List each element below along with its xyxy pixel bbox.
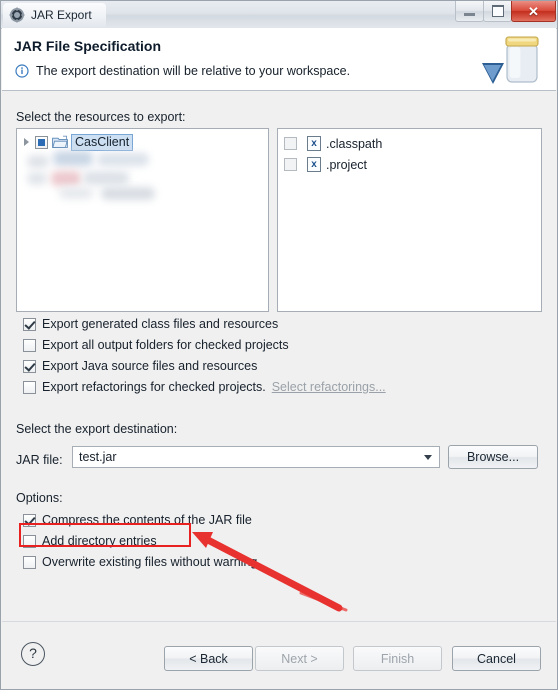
checkbox-export-java-source-files[interactable]: Export Java source files and resources bbox=[23, 358, 257, 374]
minimize-button[interactable] bbox=[455, 1, 484, 22]
checkbox-export-all-output-folders[interactable]: Export all output folders for checked pr… bbox=[23, 337, 289, 353]
checkbox-box[interactable] bbox=[23, 555, 36, 569]
close-icon: ✕ bbox=[528, 3, 539, 19]
page-subtitle: The export destination will be relative … bbox=[36, 64, 351, 78]
checkbox-box[interactable] bbox=[23, 359, 36, 373]
jar-file-value[interactable]: test.jar bbox=[73, 450, 117, 464]
file-name: .classpath bbox=[326, 136, 383, 151]
back-button-label: < Back bbox=[189, 651, 228, 666]
window-title: JAR Export bbox=[31, 8, 92, 22]
checkbox-label: Export Java source files and resources bbox=[42, 359, 258, 373]
jar-export-icon bbox=[9, 7, 25, 23]
checkbox-label: Export refactorings for checked projects… bbox=[42, 380, 266, 394]
resource-tree-panel[interactable]: CasClient bbox=[16, 128, 269, 312]
checkbox-box[interactable] bbox=[23, 317, 36, 331]
finish-button: Finish bbox=[353, 646, 442, 671]
checkbox-export-refactorings[interactable]: Export refactorings for checked projects… bbox=[23, 379, 386, 395]
checkbox-label: Overwrite existing files without warning bbox=[42, 555, 258, 569]
checkbox-label: Add directory entries bbox=[42, 534, 157, 548]
title-tab: JAR Export bbox=[3, 3, 106, 27]
xml-file-icon: x bbox=[307, 136, 321, 151]
checkbox-label: Compress the contents of the JAR file bbox=[42, 513, 252, 527]
window-controls: ✕ bbox=[455, 1, 556, 23]
checkbox-label: Export all output folders for checked pr… bbox=[42, 338, 289, 352]
select-refactorings-link[interactable]: Select refactorings... bbox=[272, 380, 386, 394]
maximize-button[interactable] bbox=[483, 1, 512, 22]
maximize-icon bbox=[491, 5, 504, 17]
back-button[interactable]: < Back bbox=[164, 646, 253, 671]
minimize-icon bbox=[464, 12, 475, 16]
resources-label: Select the resources to export: bbox=[16, 110, 186, 124]
checkbox-add-directory-entries[interactable]: Add directory entries bbox=[23, 533, 157, 549]
browse-button-label: Browse... bbox=[466, 450, 520, 464]
file-checkbox[interactable] bbox=[284, 158, 297, 171]
resource-file-panel[interactable]: x .classpath x .project bbox=[277, 128, 542, 312]
list-item[interactable]: x .classpath bbox=[284, 135, 382, 152]
checkbox-box[interactable] bbox=[23, 338, 36, 352]
checkbox-box[interactable] bbox=[23, 380, 36, 394]
file-name: .project bbox=[326, 157, 367, 172]
jar-jar-icon bbox=[478, 32, 544, 88]
file-checkbox[interactable] bbox=[284, 137, 297, 150]
checkbox-box[interactable] bbox=[23, 513, 36, 527]
help-icon: ? bbox=[29, 645, 37, 661]
tree-row[interactable]: CasClient bbox=[21, 133, 134, 151]
cancel-button-label: Cancel bbox=[477, 651, 516, 666]
cancel-button[interactable]: Cancel bbox=[452, 646, 541, 671]
checkbox-compress-contents[interactable]: Compress the contents of the JAR file bbox=[23, 512, 252, 528]
help-button[interactable]: ? bbox=[21, 642, 45, 666]
tree-item-label[interactable]: CasClient bbox=[71, 133, 134, 151]
finish-button-label: Finish bbox=[380, 651, 415, 666]
window-frame: JAR Export ✕ JAR File Specification The … bbox=[0, 0, 558, 690]
destination-label: Select the export destination: bbox=[16, 422, 178, 436]
title-bar[interactable]: JAR Export ✕ bbox=[1, 1, 557, 29]
jar-file-label: JAR file: bbox=[16, 453, 63, 467]
checkbox-export-generated-class-files[interactable]: Export generated class files and resourc… bbox=[23, 316, 278, 332]
jar-export-dialog: JAR Export ✕ JAR File Specification The … bbox=[0, 0, 558, 690]
checkbox-overwrite-existing-files[interactable]: Overwrite existing files without warning bbox=[23, 554, 257, 570]
project-folder-icon bbox=[52, 135, 68, 149]
checkbox-box[interactable] bbox=[23, 534, 36, 548]
jar-file-combo[interactable]: test.jar bbox=[72, 446, 440, 468]
next-button: Next > bbox=[255, 646, 344, 671]
browse-button[interactable]: Browse... bbox=[448, 445, 538, 469]
tree-checkbox[interactable] bbox=[35, 135, 48, 149]
chevron-right-icon[interactable] bbox=[21, 136, 33, 148]
page-title: JAR File Specification bbox=[14, 38, 162, 54]
options-label: Options: bbox=[16, 491, 63, 505]
chevron-down-icon[interactable] bbox=[424, 455, 432, 460]
close-button[interactable]: ✕ bbox=[511, 1, 556, 22]
next-button-label: Next > bbox=[281, 651, 318, 666]
header-banner: JAR File Specification The export destin… bbox=[2, 28, 556, 91]
info-icon bbox=[15, 64, 29, 78]
xml-file-icon: x bbox=[307, 157, 321, 172]
checkbox-label: Export generated class files and resourc… bbox=[42, 317, 279, 331]
list-item[interactable]: x .project bbox=[284, 156, 367, 173]
dialog-body: Select the resources to export: CasClien… bbox=[2, 91, 556, 621]
